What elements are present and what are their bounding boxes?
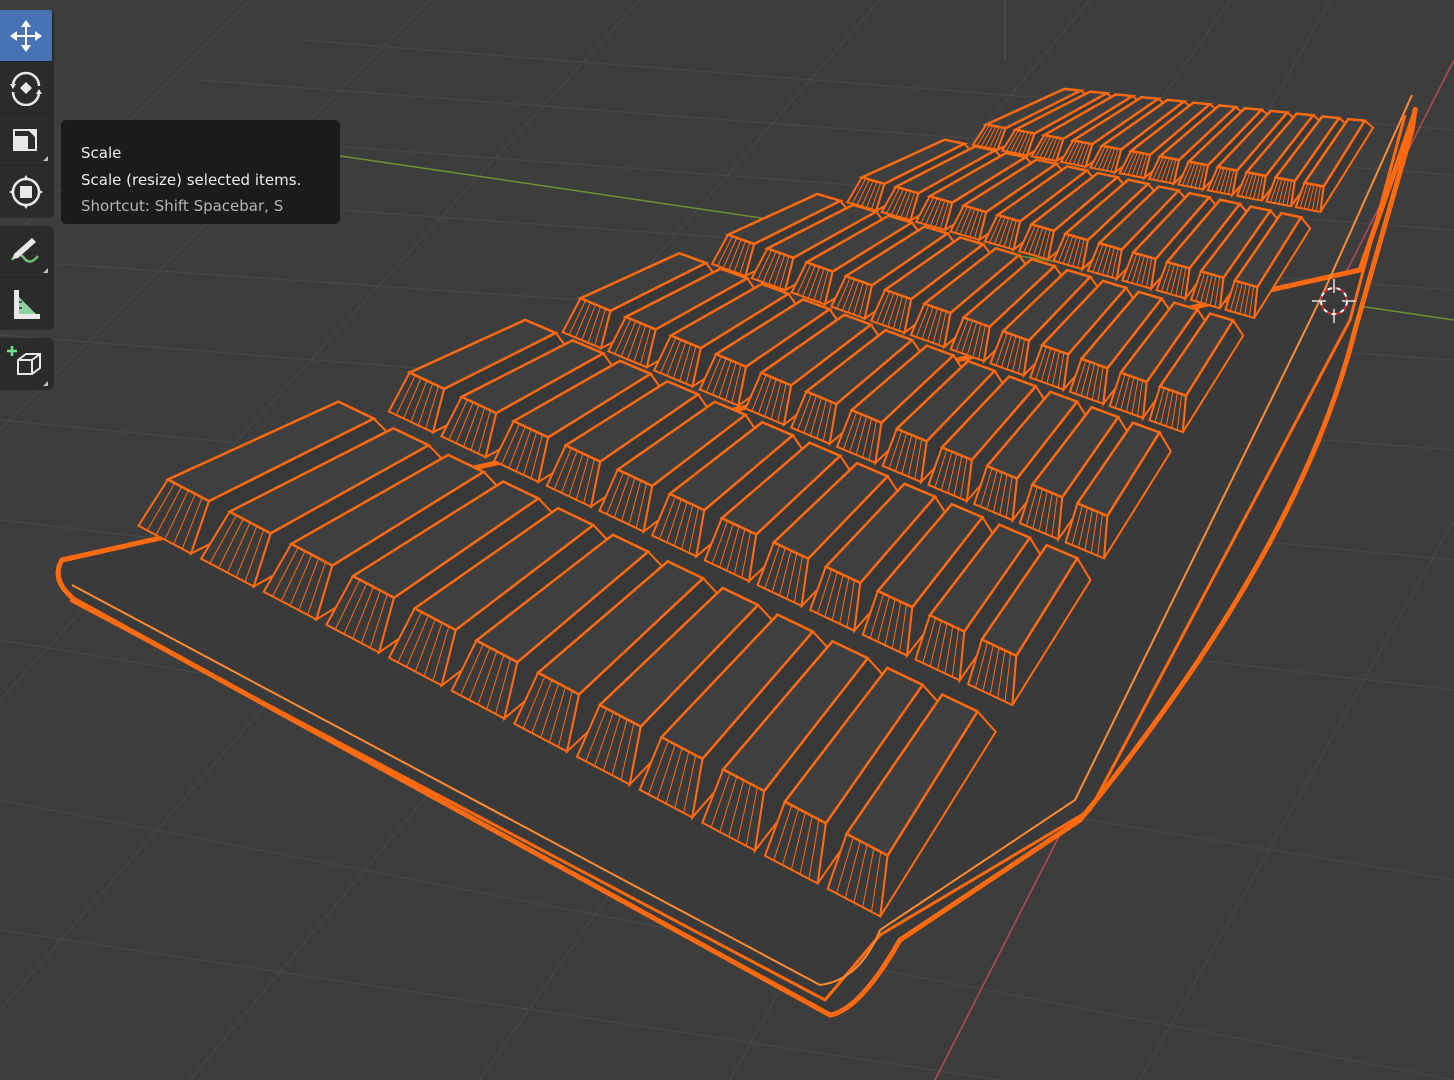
- scale-tool-more-icon: [43, 156, 48, 161]
- tooltip-shortcut: Shortcut: Shift Spacebar, S: [81, 197, 284, 215]
- scale-tool-tooltip: Scale Scale (resize) selected items. Sho…: [61, 120, 340, 224]
- scale-icon: [13, 128, 37, 151]
- add-cube-tool-button[interactable]: [0, 338, 52, 390]
- annotate-pencil-icon: [10, 237, 39, 263]
- tooltip-title: Scale: [81, 144, 122, 162]
- annotate-tools-group: [0, 226, 54, 330]
- transform-tool-button[interactable]: [0, 166, 52, 218]
- annotate-tool-more-icon: [43, 268, 48, 273]
- annotate-tool-button[interactable]: [0, 226, 52, 278]
- transform-tools-group: [0, 10, 54, 218]
- scale-tool-button[interactable]: [0, 114, 52, 166]
- move-tool-button[interactable]: [0, 10, 52, 62]
- measure-tool-button[interactable]: [0, 278, 52, 330]
- move-icon: [10, 19, 42, 52]
- tooltip-description: Scale (resize) selected items.: [81, 170, 302, 189]
- measure-ruler-icon: [14, 290, 40, 319]
- transform-icon: [9, 175, 43, 209]
- 3d-viewport[interactable]: Scale Scale (resize) selected items. Sho…: [0, 0, 1454, 1080]
- rotate-tool-button[interactable]: [0, 62, 52, 114]
- add-cube-icon: [7, 346, 41, 375]
- tool-shelf: [0, 10, 54, 398]
- add-tools-group: [0, 338, 54, 390]
- rotate-icon: [10, 71, 42, 106]
- add-tool-more-icon: [43, 381, 48, 386]
